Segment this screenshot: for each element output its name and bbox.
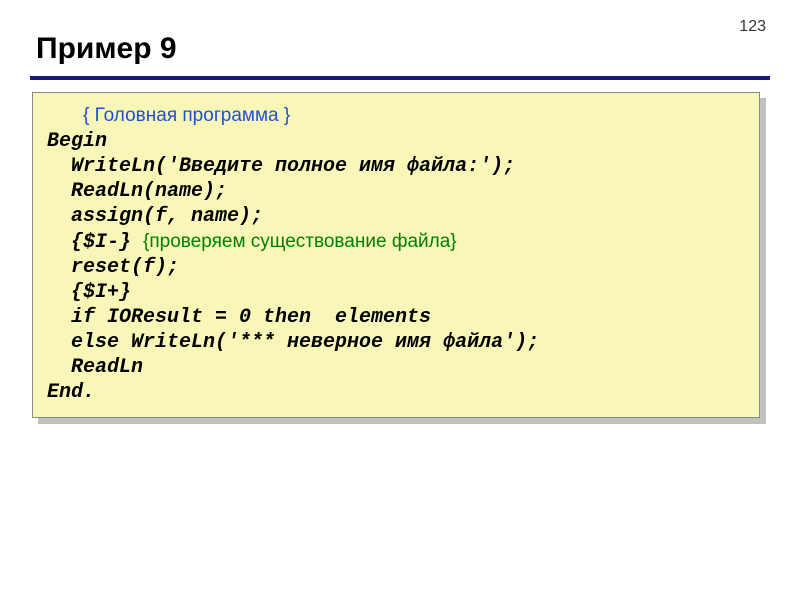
code-box: { Головная программа } Begin WriteLn('Вв… xyxy=(32,92,760,418)
code-line-3: WriteLn('Введите полное имя файла:'); xyxy=(47,154,745,179)
code-line-12: End. xyxy=(47,380,745,405)
indent xyxy=(47,105,83,128)
code-line-6: {$I-} {проверяем существование файла} xyxy=(47,229,745,255)
title-divider xyxy=(30,76,770,80)
code-line-11: ReadLn xyxy=(47,355,745,380)
code-line-2: Begin xyxy=(47,129,745,154)
code-line-10: else WriteLn('*** неверное имя файла'); xyxy=(47,330,745,355)
slide-title: Пример 9 xyxy=(36,32,177,66)
code-line-4: ReadLn(name); xyxy=(47,179,745,204)
code-line-7: reset(f); xyxy=(47,255,745,280)
page-number: 123 xyxy=(739,18,766,36)
code-line-8: {$I+} xyxy=(47,280,745,305)
file-check-comment: {проверяем существование файла} xyxy=(143,231,457,252)
code-line-1: { Головная программа } xyxy=(47,103,745,129)
code-line-9: if IOResult = 0 then elements xyxy=(47,305,745,330)
io-directive-off: {$I-} xyxy=(47,231,143,254)
code-line-5: assign(f, name); xyxy=(47,204,745,229)
main-program-comment: { Головная программа } xyxy=(83,105,290,126)
